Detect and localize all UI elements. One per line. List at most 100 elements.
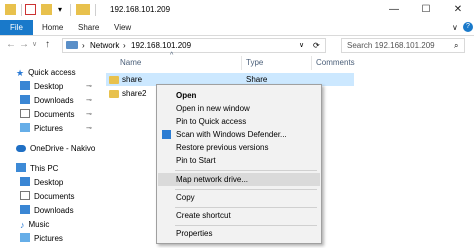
menu-item-open-new-window[interactable]: Open in new window [158,102,320,115]
sidebar-item-pictures[interactable]: Pictures [20,122,63,135]
sidebar-item-label: OneDrive - Nakivo [30,144,96,153]
divider [95,4,96,16]
back-button[interactable]: ← [6,39,16,51]
sidebar-item-documents[interactable]: Documents [20,108,74,121]
customize-toolbar-icon[interactable]: ▾ [58,4,66,15]
tab-view[interactable]: View [114,20,131,35]
close-button[interactable]: ✕ [442,0,474,20]
sidebar-item-this-pc[interactable]: This PC [16,162,58,175]
folder-icon [76,4,90,15]
sidebar-item-label: Desktop [34,82,64,91]
pictures-icon [20,123,30,132]
crumb-separator[interactable]: › [82,40,85,51]
column-header-type[interactable]: Type [246,56,263,70]
sidebar-item-pictures[interactable]: Pictures [20,232,63,245]
download-icon [20,95,30,104]
menu-separator [175,189,317,190]
pictures-icon [20,233,30,242]
menu-separator [175,207,317,208]
sidebar-item-label: Documents [34,110,75,119]
column-divider[interactable] [311,56,312,70]
pin-icon: ⊸ [86,125,92,132]
sidebar-item-label: Music [28,220,50,229]
sidebar-item-downloads[interactable]: Downloads [20,204,74,217]
documents-icon [20,109,30,118]
menu-item-properties[interactable]: Properties [158,227,320,240]
sidebar-item-label: This PC [30,164,59,173]
search-input[interactable]: Search 192.168.101.209 [347,40,435,51]
pin-icon: ⊸ [86,111,92,118]
maximize-button[interactable]: ☐ [410,0,442,20]
file-name: share [122,75,143,84]
menu-item-copy[interactable]: Copy [158,191,320,204]
forward-button[interactable]: → [19,39,29,51]
tab-home[interactable]: Home [42,20,63,35]
file-name: share2 [122,89,147,98]
divider [21,4,22,16]
divider [70,4,71,16]
pin-icon: ⊸ [86,97,92,104]
shared-folder-icon [109,90,119,98]
tab-share[interactable]: Share [78,20,99,35]
desktop-icon [20,177,30,186]
sidebar-item-desktop[interactable]: Desktop [20,176,63,189]
sidebar-item-desktop[interactable]: Desktop [20,80,63,93]
crumb-separator[interactable]: › [123,40,126,51]
address-bar[interactable]: › Network › 192.168.101.209 ∨ ⟳ [62,38,326,53]
windows-defender-icon [162,130,171,139]
menu-item-restore-versions[interactable]: Restore previous versions [158,141,320,154]
menu-separator [175,225,317,226]
star-icon: ★ [16,68,25,78]
network-icon [66,41,78,49]
sidebar-item-onedrive[interactable]: OneDrive - Nakivo [16,142,95,155]
properties-icon[interactable] [25,4,36,15]
breadcrumb-host[interactable]: 192.168.101.209 [131,40,191,51]
sidebar-item-label: Documents [34,192,75,201]
breadcrumb-network[interactable]: Network [90,40,119,51]
music-icon: ♪ [20,220,25,230]
help-icon[interactable]: ? [463,22,473,32]
sidebar-item-label: Desktop [34,178,64,187]
computer-icon [16,163,26,172]
sidebar-item-label: Downloads [34,96,74,105]
up-button[interactable]: ↑ [45,39,50,51]
sidebar-item-documents[interactable]: Documents [20,190,74,203]
ribbon: File Home Share View ∨ ? [0,20,474,36]
desktop-icon [20,81,30,90]
menu-separator [175,170,317,171]
column-divider[interactable] [241,56,242,70]
sidebar-item-label: Downloads [34,206,74,215]
sort-indicator-icon: ^ [170,52,174,59]
search-box[interactable]: Search 192.168.101.209 ⌕ [341,38,465,53]
expand-ribbon-icon[interactable]: ∨ [452,20,458,35]
menu-item-open[interactable]: Open [158,89,320,102]
title-bar: ▾ 192.168.101.209 — ☐ ✕ [0,0,474,21]
menu-item-pin-quick-access[interactable]: Pin to Quick access [158,115,320,128]
new-folder-icon[interactable] [41,4,52,15]
pin-icon: ⊸ [86,83,92,90]
search-icon: ⌕ [454,41,459,50]
tab-file[interactable]: File [0,20,33,35]
context-menu: Open Open in new window Pin to Quick acc… [156,84,322,244]
menu-item-create-shortcut[interactable]: Create shortcut [158,209,320,222]
window-title: 192.168.101.209 [110,5,171,14]
recent-locations-button[interactable]: ∨ [32,39,37,51]
column-header-comments[interactable]: Comments [316,56,355,70]
cloud-icon [16,145,26,152]
documents-icon [20,191,30,200]
menu-item-scan-defender[interactable]: Scan with Windows Defender... [158,128,320,141]
sidebar-item-label: Quick access [28,68,76,77]
chevron-down-icon[interactable]: ∨ [299,40,304,51]
shared-folder-icon [109,76,119,84]
menu-item-map-network-drive[interactable]: Map network drive... [158,173,320,186]
sidebar-item-music[interactable]: ♪ Music [20,218,49,231]
sidebar-item-downloads[interactable]: Downloads [20,94,74,107]
column-header-name[interactable]: Name [120,56,141,70]
menu-item-pin-start[interactable]: Pin to Start [158,154,320,167]
refresh-icon[interactable]: ⟳ [313,40,320,51]
download-icon [20,205,30,214]
folder-icon [5,4,16,15]
sidebar-item-quick-access[interactable]: ★ Quick access [16,66,76,79]
minimize-button[interactable]: — [378,0,410,20]
navigation-pane: ★ Quick access Desktop ⊸ Downloads ⊸ Docu… [0,58,100,248]
